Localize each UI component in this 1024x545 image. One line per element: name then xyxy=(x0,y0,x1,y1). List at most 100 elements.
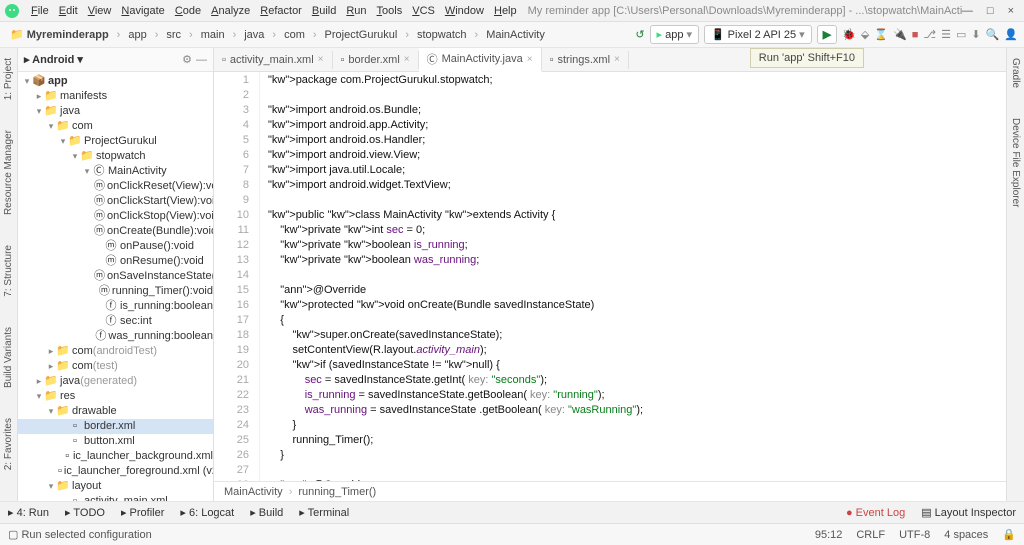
caret-position[interactable]: 95:12 xyxy=(815,529,843,541)
read-only-lock-icon[interactable]: 🔒 xyxy=(1002,528,1016,541)
bottom-tool-tab[interactable]: ▸ Terminal xyxy=(299,506,349,519)
menu-code[interactable]: Code xyxy=(170,3,206,19)
window-maximize-button[interactable]: □ xyxy=(987,5,994,17)
layout-inspector-button[interactable]: ▤ Layout Inspector xyxy=(921,506,1016,519)
tree-node[interactable]: ▸📁manifests xyxy=(18,89,213,104)
tree-node[interactable]: ⓜonClickStop(View):void xyxy=(18,209,213,224)
breadcrumb-item[interactable]: 📁 Myreminderapp xyxy=(6,27,113,42)
window-close-button[interactable]: × xyxy=(1008,5,1014,17)
tree-node[interactable]: ⓜonSaveInstanceState( xyxy=(18,269,213,284)
event-log-button[interactable]: ● Event Log xyxy=(846,507,905,519)
bottom-tool-tab[interactable]: ▸ Profiler xyxy=(121,506,164,519)
tree-node[interactable]: ▾ⒸMainActivity xyxy=(18,164,213,179)
stop-button[interactable]: ■ xyxy=(912,29,919,41)
bottom-tool-tab[interactable]: ▸ 6: Logcat xyxy=(180,506,234,519)
bottom-tool-tab[interactable]: ▸ 4: Run xyxy=(8,506,49,519)
editor-tab[interactable]: ▫strings.xml× xyxy=(542,51,629,69)
tree-node[interactable]: ▫button.xml xyxy=(18,434,213,449)
git-button[interactable]: ⎇ xyxy=(923,28,936,41)
editor-gutter[interactable]: 1234567891011121314151617181920212223242… xyxy=(214,72,260,481)
line-separator[interactable]: CRLF xyxy=(856,529,885,541)
menu-refactor[interactable]: Refactor xyxy=(255,3,307,19)
tree-node[interactable]: ▫ic_launcher_foreground.xml (v24) xyxy=(18,464,213,479)
side-tab[interactable]: Device File Explorer xyxy=(1010,118,1021,207)
side-tab[interactable]: 1: Project xyxy=(3,58,14,100)
indent-setting[interactable]: 4 spaces xyxy=(944,529,988,541)
tree-node[interactable]: ▸📁java (generated) xyxy=(18,374,213,389)
tree-node[interactable]: ⓜonPause():void xyxy=(18,239,213,254)
menu-view[interactable]: View xyxy=(83,3,117,19)
side-tab[interactable]: Resource Manager xyxy=(3,130,14,215)
project-view-selector[interactable]: ▸ Android ▾ xyxy=(24,53,83,66)
tree-node[interactable]: ▾📁ProjectGurukul xyxy=(18,134,213,149)
bottom-tool-tab[interactable]: ▸ TODO xyxy=(65,506,105,519)
tree-node[interactable]: ▸📁com (androidTest) xyxy=(18,344,213,359)
side-tab[interactable]: 2: Favorites xyxy=(3,418,14,470)
profiler-button[interactable]: ⌛ xyxy=(874,28,888,41)
menu-navigate[interactable]: Navigate xyxy=(116,3,169,19)
editor-crumb-method[interactable]: running_Timer() xyxy=(298,486,376,498)
sync-icon[interactable]: ↺ xyxy=(635,28,644,41)
breadcrumb-item[interactable]: stopwatch xyxy=(413,28,471,42)
window-minimize-button[interactable]: — xyxy=(962,5,973,17)
menu-help[interactable]: Help xyxy=(489,3,522,19)
editor-tab[interactable]: ⒸMainActivity.java× xyxy=(419,48,542,72)
editor-tab[interactable]: ▫activity_main.xml× xyxy=(214,51,333,69)
tree-node[interactable]: ▾📁java xyxy=(18,104,213,119)
breadcrumb-item[interactable]: com xyxy=(280,28,309,42)
tree-node[interactable]: ⓕis_running:boolean xyxy=(18,299,213,314)
breadcrumb-item[interactable]: java xyxy=(240,28,268,42)
user-icon[interactable]: 👤 xyxy=(1004,28,1018,41)
tree-node[interactable]: ▾📁com xyxy=(18,119,213,134)
side-tab[interactable]: Build Variants xyxy=(3,327,14,388)
tree-node[interactable]: ⓜonCreate(Bundle):void xyxy=(18,224,213,239)
breadcrumb-item[interactable]: main xyxy=(197,28,229,42)
breadcrumb-item[interactable]: ProjectGurukul xyxy=(321,28,402,42)
project-settings-icon[interactable]: ⚙ xyxy=(182,53,192,66)
menu-build[interactable]: Build xyxy=(307,3,341,19)
tree-node[interactable]: ▫ic_launcher_background.xml xyxy=(18,449,213,464)
tree-node[interactable]: ⓜonClickStart(View):void xyxy=(18,194,213,209)
search-icon[interactable]: 🔍 xyxy=(986,28,1000,41)
tree-node[interactable]: ▸📁com (test) xyxy=(18,359,213,374)
editor-tab[interactable]: ▫border.xml× xyxy=(333,51,419,69)
debug-button[interactable]: 🐞 xyxy=(842,28,856,41)
tree-node[interactable]: ⓜonResume():void xyxy=(18,254,213,269)
menu-file[interactable]: File xyxy=(26,3,54,19)
tree-node[interactable]: ▫activity_main.xml xyxy=(18,494,213,501)
side-tab[interactable]: Gradle xyxy=(1010,58,1021,88)
tree-node[interactable]: ▾📁stopwatch xyxy=(18,149,213,164)
settings-button[interactable]: ☰ xyxy=(941,28,951,41)
tree-node[interactable]: ⓜrunning_Timer():void xyxy=(18,284,213,299)
side-tab[interactable]: 7: Structure xyxy=(3,245,14,297)
tree-node[interactable]: ▾📦app xyxy=(18,74,213,89)
menu-tools[interactable]: Tools xyxy=(372,3,408,19)
tree-node[interactable]: ▫border.xml xyxy=(18,419,213,434)
run-config-selector[interactable]: ▸app▾ xyxy=(650,25,699,44)
breadcrumb-item[interactable]: MainActivity xyxy=(482,28,549,42)
tree-node[interactable]: ⓜonClickReset(View):void xyxy=(18,179,213,194)
sdk-button[interactable]: ⬇ xyxy=(971,28,980,41)
tree-node[interactable]: ▾📁res xyxy=(18,389,213,404)
menu-analyze[interactable]: Analyze xyxy=(206,3,255,19)
menu-vcs[interactable]: VCS xyxy=(407,3,440,19)
attach-debugger-button[interactable]: 🔌 xyxy=(893,28,907,41)
device-selector[interactable]: 📱Pixel 2 API 25▾ xyxy=(704,25,812,44)
breadcrumb-item[interactable]: src xyxy=(162,28,185,42)
editor-crumb-class[interactable]: MainActivity xyxy=(224,486,283,498)
bottom-tool-tab[interactable]: ▸ Build xyxy=(250,506,283,519)
coverage-button[interactable]: ⬙ xyxy=(861,28,869,41)
avd-button[interactable]: ▭ xyxy=(956,28,966,41)
menu-run[interactable]: Run xyxy=(341,3,371,19)
file-encoding[interactable]: UTF-8 xyxy=(899,529,930,541)
tree-node[interactable]: ⓕsec:int xyxy=(18,314,213,329)
breadcrumb-item[interactable]: app xyxy=(124,28,150,42)
tree-node[interactable]: ▾📁drawable xyxy=(18,404,213,419)
project-collapse-icon[interactable]: — xyxy=(196,54,207,66)
tree-node[interactable]: ⓕwas_running:boolean xyxy=(18,329,213,344)
project-tree[interactable]: ▾📦app▸📁manifests▾📁java▾📁com▾📁ProjectGuru… xyxy=(18,72,213,501)
run-button[interactable]: ▶ xyxy=(817,25,837,44)
code-editor[interactable]: "kw">package com.ProjectGurukul.stopwatc… xyxy=(260,72,1006,481)
tree-node[interactable]: ▾📁layout xyxy=(18,479,213,494)
menu-window[interactable]: Window xyxy=(440,3,489,19)
